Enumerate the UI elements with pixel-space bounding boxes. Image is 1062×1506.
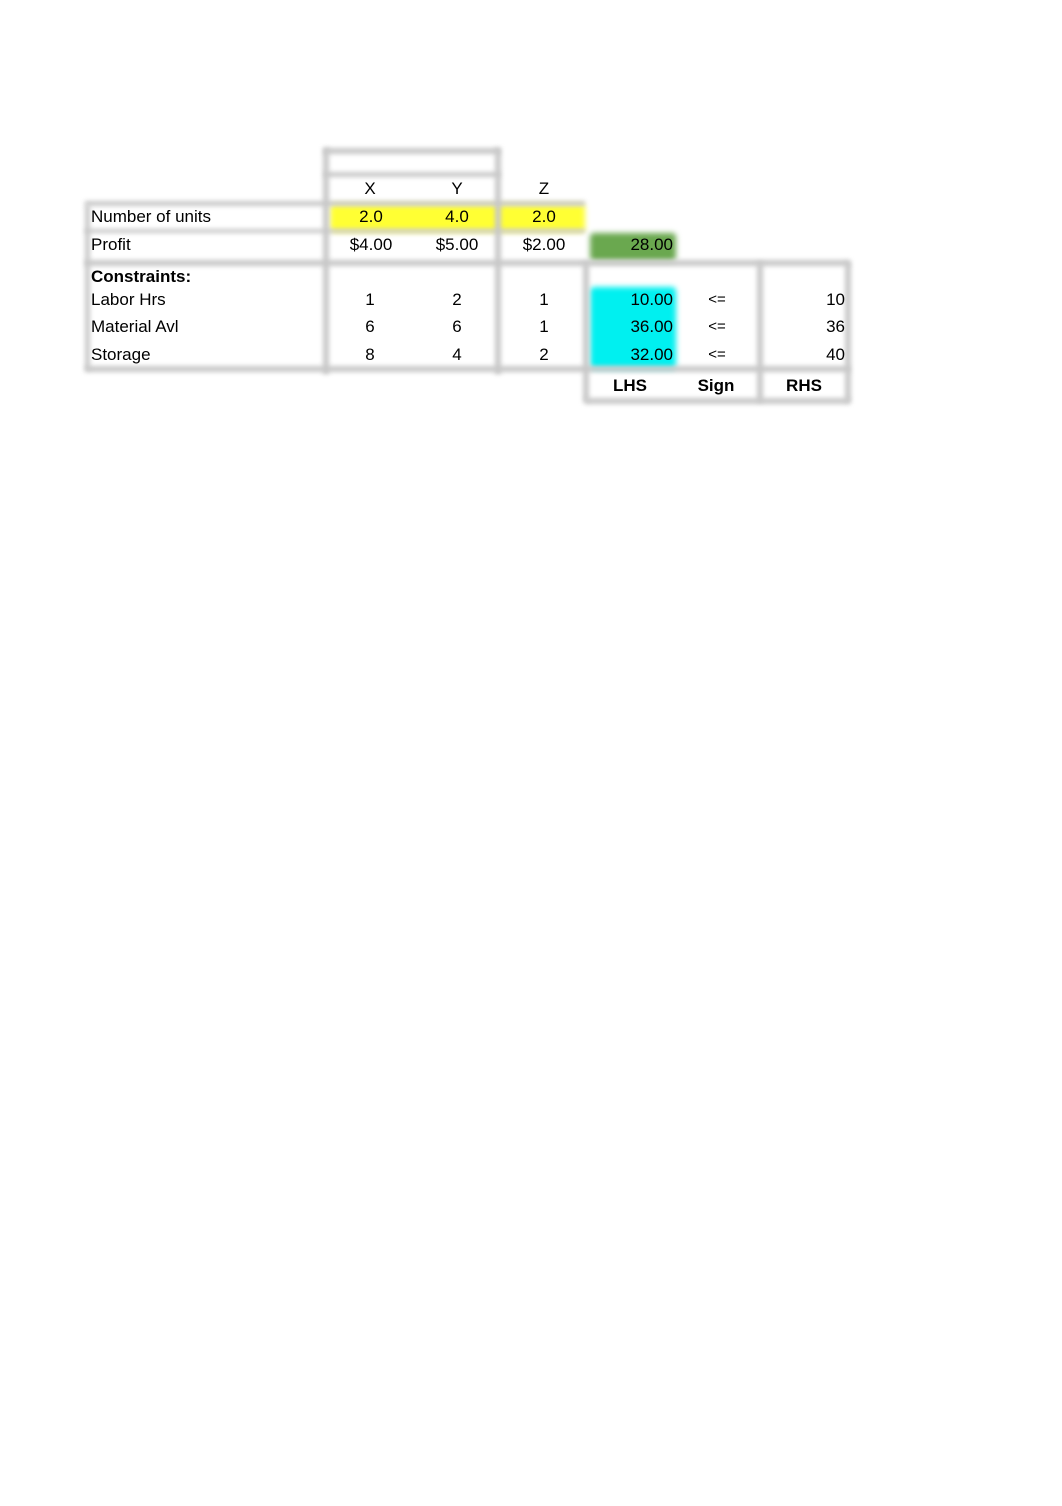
constraint-coef-x[interactable]: 8 xyxy=(365,345,374,365)
constraint-rhs[interactable]: 36 xyxy=(826,317,845,337)
profit-y-cell[interactable]: $5.00 xyxy=(436,235,479,255)
gridline xyxy=(757,262,763,402)
profit-label: Profit xyxy=(91,235,131,254)
constraint-label: Storage xyxy=(91,345,151,364)
constraint-lhs[interactable]: 32.00 xyxy=(630,345,673,365)
constraint-label: Material Avl xyxy=(91,317,179,336)
rhs-header: RHS xyxy=(786,376,822,395)
constraint-sign[interactable]: <= xyxy=(708,317,726,337)
units-y-cell[interactable]: 4.0 xyxy=(445,207,469,227)
gridline xyxy=(85,229,585,233)
gridline xyxy=(845,262,851,402)
gridline xyxy=(324,148,500,154)
constraint-lhs[interactable]: 36.00 xyxy=(630,317,673,337)
total-profit-cell[interactable]: 28.00 xyxy=(630,235,673,255)
gridline xyxy=(85,201,585,206)
profit-z-cell[interactable]: $2.00 xyxy=(523,235,566,255)
constraint-coef-y[interactable]: 6 xyxy=(452,317,461,337)
sign-header: Sign xyxy=(697,376,735,395)
column-header-y: Y xyxy=(451,179,463,198)
constraint-coef-y[interactable]: 2 xyxy=(452,290,461,310)
constraint-sign[interactable]: <= xyxy=(708,290,726,310)
constraint-coef-y[interactable]: 4 xyxy=(452,345,461,365)
constraint-coef-x[interactable]: 1 xyxy=(365,290,374,310)
profit-x-cell[interactable]: $4.00 xyxy=(350,235,393,255)
constraints-heading: Constraints: xyxy=(91,267,192,286)
units-label: Number of units xyxy=(91,207,211,226)
lhs-header: LHS xyxy=(613,376,647,395)
units-x-cell[interactable]: 2.0 xyxy=(359,207,383,227)
spreadsheet-page: X Y Z Number of units 2.0 4.0 2.0 Profit… xyxy=(0,0,1062,1506)
constraint-lhs[interactable]: 10.00 xyxy=(630,290,673,310)
gridline xyxy=(585,398,850,404)
constraint-coef-z[interactable]: 1 xyxy=(539,290,548,310)
units-z-cell[interactable]: 2.0 xyxy=(532,207,556,227)
gridline xyxy=(85,205,90,370)
gridline xyxy=(85,366,850,372)
constraint-coef-z[interactable]: 2 xyxy=(539,345,548,365)
constraint-rhs[interactable]: 40 xyxy=(826,345,845,365)
gridline xyxy=(324,172,500,177)
column-header-z: Z xyxy=(538,179,550,198)
gridline xyxy=(583,262,589,402)
constraint-rhs[interactable]: 10 xyxy=(826,290,845,310)
constraint-sign[interactable]: <= xyxy=(708,345,726,365)
column-header-x: X xyxy=(364,179,376,198)
constraint-label: Labor Hrs xyxy=(91,290,166,309)
constraint-coef-z[interactable]: 1 xyxy=(539,317,548,337)
gridline xyxy=(85,260,850,266)
constraint-coef-x[interactable]: 6 xyxy=(365,317,374,337)
